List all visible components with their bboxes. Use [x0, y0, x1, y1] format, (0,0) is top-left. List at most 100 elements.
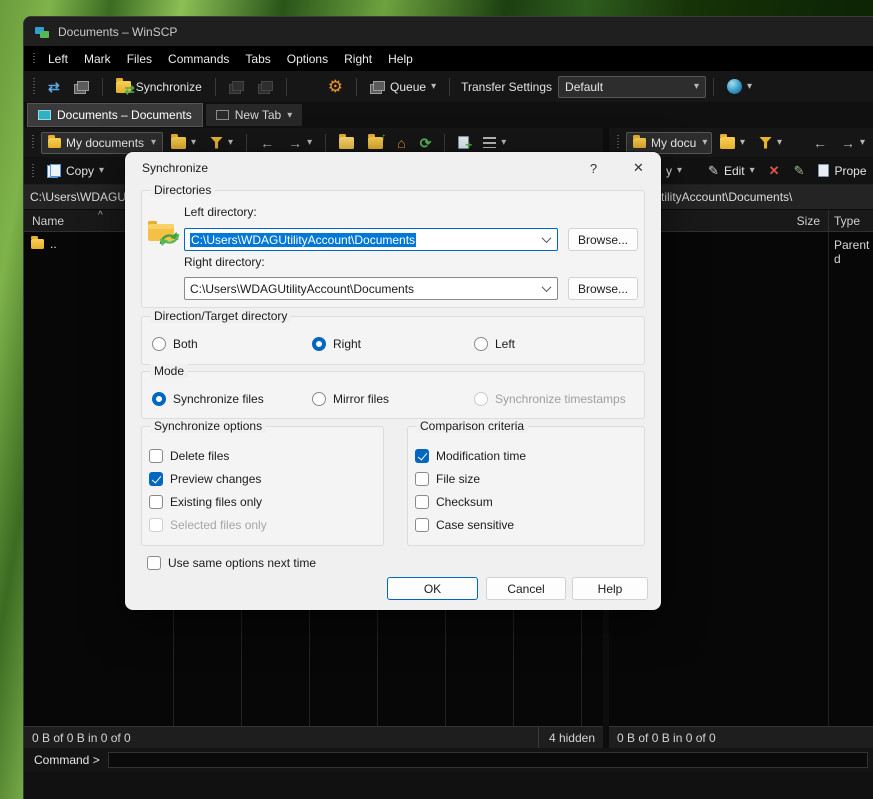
back-arrow-icon: ← [260, 136, 274, 150]
synchronize-button[interactable]: ⇄ Synchronize [110, 77, 208, 97]
name-column-header[interactable]: Name [24, 214, 64, 228]
chevron-down-icon[interactable] [535, 236, 557, 243]
radio-right[interactable]: Right [312, 337, 361, 351]
toolbar-grip[interactable] [33, 78, 35, 95]
menu-left[interactable]: Left [40, 49, 76, 69]
right-delete-button[interactable]: ✕ [763, 161, 786, 180]
left-open-directory-button[interactable]: ▾ [165, 134, 202, 152]
menu-help[interactable]: Help [380, 49, 421, 69]
type-column-header[interactable]: Type [829, 214, 860, 228]
right-open-directory-button[interactable]: ▾ [714, 134, 751, 152]
list-item[interactable]: .. [31, 237, 57, 251]
chevron-down-icon: ▾ [287, 110, 292, 121]
preferences-button[interactable]: ⚙ [322, 75, 349, 98]
compare-directories-button[interactable] [223, 78, 250, 96]
toolbar-grip[interactable] [32, 135, 34, 150]
cancel-button[interactable]: Cancel [486, 577, 566, 600]
right-forward-button[interactable]: → ▾ [835, 133, 871, 153]
window-title: Documents – WinSCP [58, 25, 177, 39]
left-location-combo[interactable]: My documents ▾ [41, 132, 163, 154]
radio-left[interactable]: Left [474, 337, 515, 351]
dialog-close-button[interactable]: ✕ [616, 152, 661, 184]
sync-folder-icon: ⇄ [116, 81, 131, 93]
checkbox-existing-files-only-label: Existing files only [170, 495, 262, 509]
compare-directories-icon [229, 81, 244, 93]
right-directory-combo[interactable]: C:\Users\WDAGUtilityAccount\Documents [184, 277, 558, 300]
left-forward-button[interactable]: → ▾ [282, 133, 318, 153]
right-rename-button[interactable]: ✎ [788, 161, 811, 180]
session-globe-button[interactable]: ▾ [721, 76, 758, 97]
dialog-context-help-button[interactable]: ? [571, 152, 616, 184]
swap-panels-icon: ⇄ [48, 80, 60, 94]
checkbox-checksum[interactable]: Checksum [415, 495, 493, 509]
right-copy-button[interactable]: y ▾ [660, 161, 688, 181]
checkbox-use-same-options[interactable]: Use same options next time [147, 556, 316, 570]
chevron-down-icon: ▾ [740, 137, 745, 148]
copy-label-fragment: y [666, 164, 672, 178]
synchronize-label: Synchronize [136, 80, 202, 94]
left-new-button[interactable]: + [452, 133, 475, 152]
radio-selected-icon [312, 337, 326, 351]
menubar-grip[interactable] [33, 53, 35, 64]
left-view-style-button[interactable]: ▾ [477, 134, 512, 151]
toolbar-grip[interactable] [617, 135, 619, 150]
dialog-title-bar[interactable]: Synchronize ? ✕ [125, 152, 661, 184]
menu-options[interactable]: Options [279, 49, 336, 69]
menu-right[interactable]: Right [336, 49, 380, 69]
right-properties-button[interactable]: Prope [812, 161, 872, 181]
left-filter-button[interactable]: ▾ [204, 134, 239, 152]
commander-view-button[interactable] [252, 78, 279, 96]
radio-disabled-icon [474, 392, 488, 406]
toolbar-separator [449, 78, 450, 96]
chevron-down-icon: ▾ [860, 137, 865, 148]
queue-button[interactable]: Queue ▾ [364, 77, 442, 97]
left-directory-combo[interactable]: C:\Users\WDAGUtilityAccount\Documents [184, 228, 558, 251]
right-back-button[interactable]: ← [807, 133, 833, 153]
radio-both[interactable]: Both [152, 337, 198, 351]
title-bar[interactable]: Documents – WinSCP [24, 17, 873, 46]
chevron-down-icon[interactable] [535, 285, 557, 292]
toolbar-separator [246, 134, 247, 152]
checkbox-delete-files[interactable]: Delete files [149, 449, 229, 463]
command-input[interactable] [108, 752, 868, 768]
new-tab-icon [216, 110, 229, 120]
menu-tabs[interactable]: Tabs [237, 49, 278, 69]
swap-panels-button[interactable]: ⇄ [42, 77, 66, 97]
toolbar-separator [286, 78, 287, 96]
browse-right-button[interactable]: Browse... [568, 277, 638, 300]
right-filter-button[interactable]: ▾ [753, 134, 788, 152]
browse-left-button[interactable]: Browse... [568, 228, 638, 251]
left-parent-directory-button[interactable]: ↑ [362, 134, 389, 152]
menu-bar: Left Mark Files Commands Tabs Options Ri… [24, 46, 873, 71]
transfer-settings-combo[interactable]: Default ▾ [558, 76, 706, 98]
dual-panel-button[interactable] [68, 78, 95, 96]
radio-mirror-files[interactable]: Mirror files [312, 392, 389, 406]
left-back-button[interactable]: ← [254, 133, 280, 153]
menu-files[interactable]: Files [119, 49, 160, 69]
checkbox-existing-files-only[interactable]: Existing files only [149, 495, 262, 509]
right-directory-label: Right directory: [184, 255, 265, 269]
folder-up-icon: ↑ [368, 137, 383, 149]
right-edit-button[interactable]: ✎ Edit ▾ [702, 161, 761, 181]
help-button[interactable]: Help [572, 577, 648, 600]
toolbar-grip[interactable] [32, 164, 34, 177]
left-open-folder-button[interactable] [333, 134, 360, 152]
checkbox-case-sensitive[interactable]: Case sensitive [415, 518, 514, 532]
left-refresh-button[interactable]: ⟳ [414, 133, 438, 153]
checkbox-modification-time[interactable]: Modification time [415, 449, 526, 463]
checkbox-preview-changes[interactable]: Preview changes [149, 472, 261, 486]
desktop-background: Documents – WinSCP Left Mark Files Comma… [0, 0, 873, 799]
radio-synchronize-files[interactable]: Synchronize files [152, 392, 264, 406]
checkbox-file-size[interactable]: File size [415, 472, 480, 486]
tab-documents-documents[interactable]: Documents – Documents [28, 104, 202, 126]
left-copy-button[interactable]: Copy ▾ [41, 161, 110, 181]
menu-commands[interactable]: Commands [160, 49, 237, 69]
right-location-combo[interactable]: My docu ▾ [626, 132, 712, 154]
new-tab-button[interactable]: New Tab ▾ [206, 104, 303, 126]
chevron-down-icon: ▾ [747, 81, 752, 92]
left-home-button[interactable]: ⌂ [391, 133, 411, 153]
ok-button[interactable]: OK [387, 577, 478, 600]
menu-mark[interactable]: Mark [76, 49, 119, 69]
chevron-down-icon: ▾ [777, 137, 782, 148]
checkbox-use-same-options-label: Use same options next time [168, 556, 316, 570]
